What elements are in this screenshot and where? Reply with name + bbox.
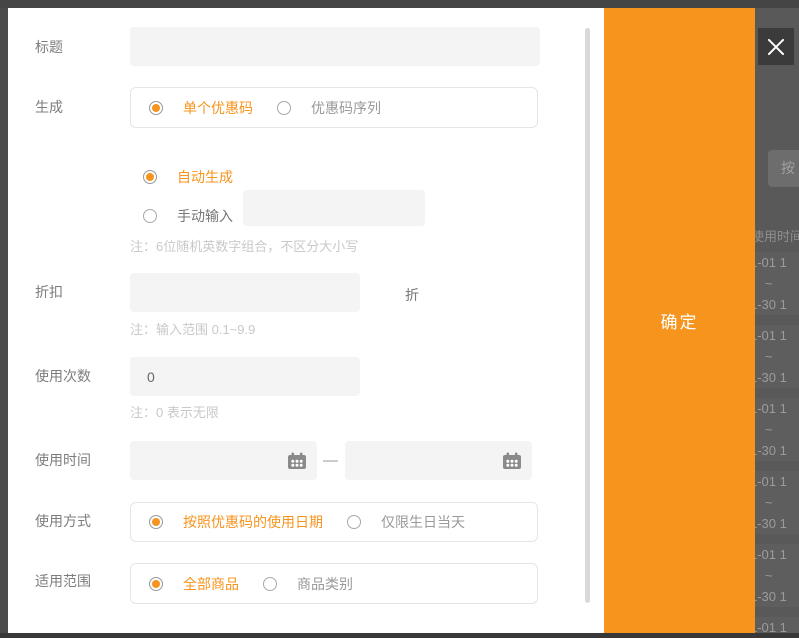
table-row: 1-01 1 ~ 1-30 1	[755, 252, 799, 315]
date-range-start: 1-01 1	[755, 398, 799, 419]
confirm-button[interactable]: 确定	[604, 8, 755, 633]
date-range-end: 1-30 1	[755, 440, 799, 461]
option-label-manual-input[interactable]: 手动输入	[177, 206, 233, 226]
date-range-separator: ~	[765, 346, 799, 367]
discount-unit: 折	[405, 285, 419, 305]
field-label-usage-count: 使用次数	[35, 368, 91, 384]
scope-group: 全部商品 商品类别	[130, 563, 538, 604]
date-range-end: 1-30 1	[755, 367, 799, 388]
table-column-header-usage-time: 使用时间	[755, 226, 799, 245]
radio-single-code[interactable]	[149, 101, 163, 115]
date-range-start: 1-01 1	[755, 471, 799, 492]
radio-code-series[interactable]	[277, 101, 291, 115]
date-range-separator: ~	[765, 565, 799, 586]
title-input[interactable]	[130, 27, 540, 66]
radio-all-products[interactable]	[149, 577, 163, 591]
option-label-single-code[interactable]: 单个优惠码	[183, 98, 253, 118]
field-label-usage-method: 使用方式	[35, 513, 91, 529]
confirm-label: 确定	[661, 308, 699, 333]
radio-auto-generate[interactable]	[143, 170, 157, 184]
date-range-separator: ~	[765, 492, 799, 513]
date-range-start: 1-01 1	[755, 325, 799, 346]
discount-note: 注：输入范围 0.1~9.9	[130, 319, 255, 338]
close-icon	[765, 36, 787, 58]
manual-input-option: 手动输入	[143, 201, 233, 231]
field-label-usage-time: 使用时间	[35, 452, 91, 468]
table-row: 1-01 1 ~ 1-30 1	[755, 325, 799, 388]
radio-birthday-only[interactable]	[347, 515, 361, 529]
option-label-birthday-only[interactable]: 仅限生日当天	[381, 512, 465, 532]
table-row: 1-01 1 ~ 1-30 1	[755, 398, 799, 461]
calendar-icon	[287, 452, 307, 470]
coupon-dialog: 标题 生成 单个优惠码 优惠码序列 自动生成 手动输入 注：6位随机英数字组合，…	[8, 8, 604, 633]
overlay-top-strip	[0, 0, 799, 8]
manual-code-input[interactable]	[243, 190, 425, 226]
end-date-input[interactable]	[345, 441, 532, 480]
option-label-auto-generate[interactable]: 自动生成	[177, 167, 233, 187]
option-label-code-series[interactable]: 优惠码序列	[311, 98, 381, 118]
field-label-generate: 生成	[35, 99, 63, 115]
field-label-discount: 折扣	[35, 284, 63, 300]
table-row: 1-01 1 ~ 1-30 1	[755, 544, 799, 607]
radio-by-coupon-date[interactable]	[149, 515, 163, 529]
option-label-all-products[interactable]: 全部商品	[183, 574, 239, 594]
field-label-title: 标题	[35, 39, 63, 55]
field-label-scope: 适用范围	[35, 573, 91, 589]
generate-note: 注：6位随机英数字组合，不区分大小写	[130, 236, 358, 255]
close-button[interactable]	[758, 28, 794, 65]
date-range-dash: —	[323, 452, 338, 469]
usage-count-input[interactable]	[130, 357, 360, 396]
discount-input[interactable]	[130, 273, 360, 312]
filter-button[interactable]: 按	[768, 150, 799, 187]
dialog-scrollbar[interactable]	[585, 28, 590, 603]
overlay-bottom-strip	[0, 633, 799, 638]
radio-product-category[interactable]	[263, 577, 277, 591]
start-date-input[interactable]	[130, 441, 317, 480]
calendar-icon	[502, 452, 522, 470]
date-range-separator: ~	[765, 273, 799, 294]
background-page: 按 使用时间 1-01 1 ~ 1-30 1 1-01 1 ~ 1-30 1 1…	[755, 0, 799, 638]
date-range-end: 1-30 1	[755, 586, 799, 607]
date-range-start: 1-01 1	[755, 544, 799, 565]
date-range-separator: ~	[765, 419, 799, 440]
usage-count-note: 注：0 表示无限	[130, 402, 219, 421]
date-range-end: 1-30 1	[755, 513, 799, 534]
usage-method-group: 按照优惠码的使用日期 仅限生日当天	[130, 502, 538, 542]
auto-generate-option: 自动生成	[143, 162, 233, 192]
radio-manual-input[interactable]	[143, 209, 157, 223]
option-label-product-category[interactable]: 商品类别	[297, 574, 353, 594]
date-range-end: 1-30 1	[755, 294, 799, 315]
date-range-start: 1-01 1	[755, 252, 799, 273]
table-row: 1-01 1 ~ 1-30 1	[755, 471, 799, 534]
generate-type-group: 单个优惠码 优惠码序列	[130, 87, 538, 128]
option-label-by-coupon-date[interactable]: 按照优惠码的使用日期	[183, 512, 323, 532]
